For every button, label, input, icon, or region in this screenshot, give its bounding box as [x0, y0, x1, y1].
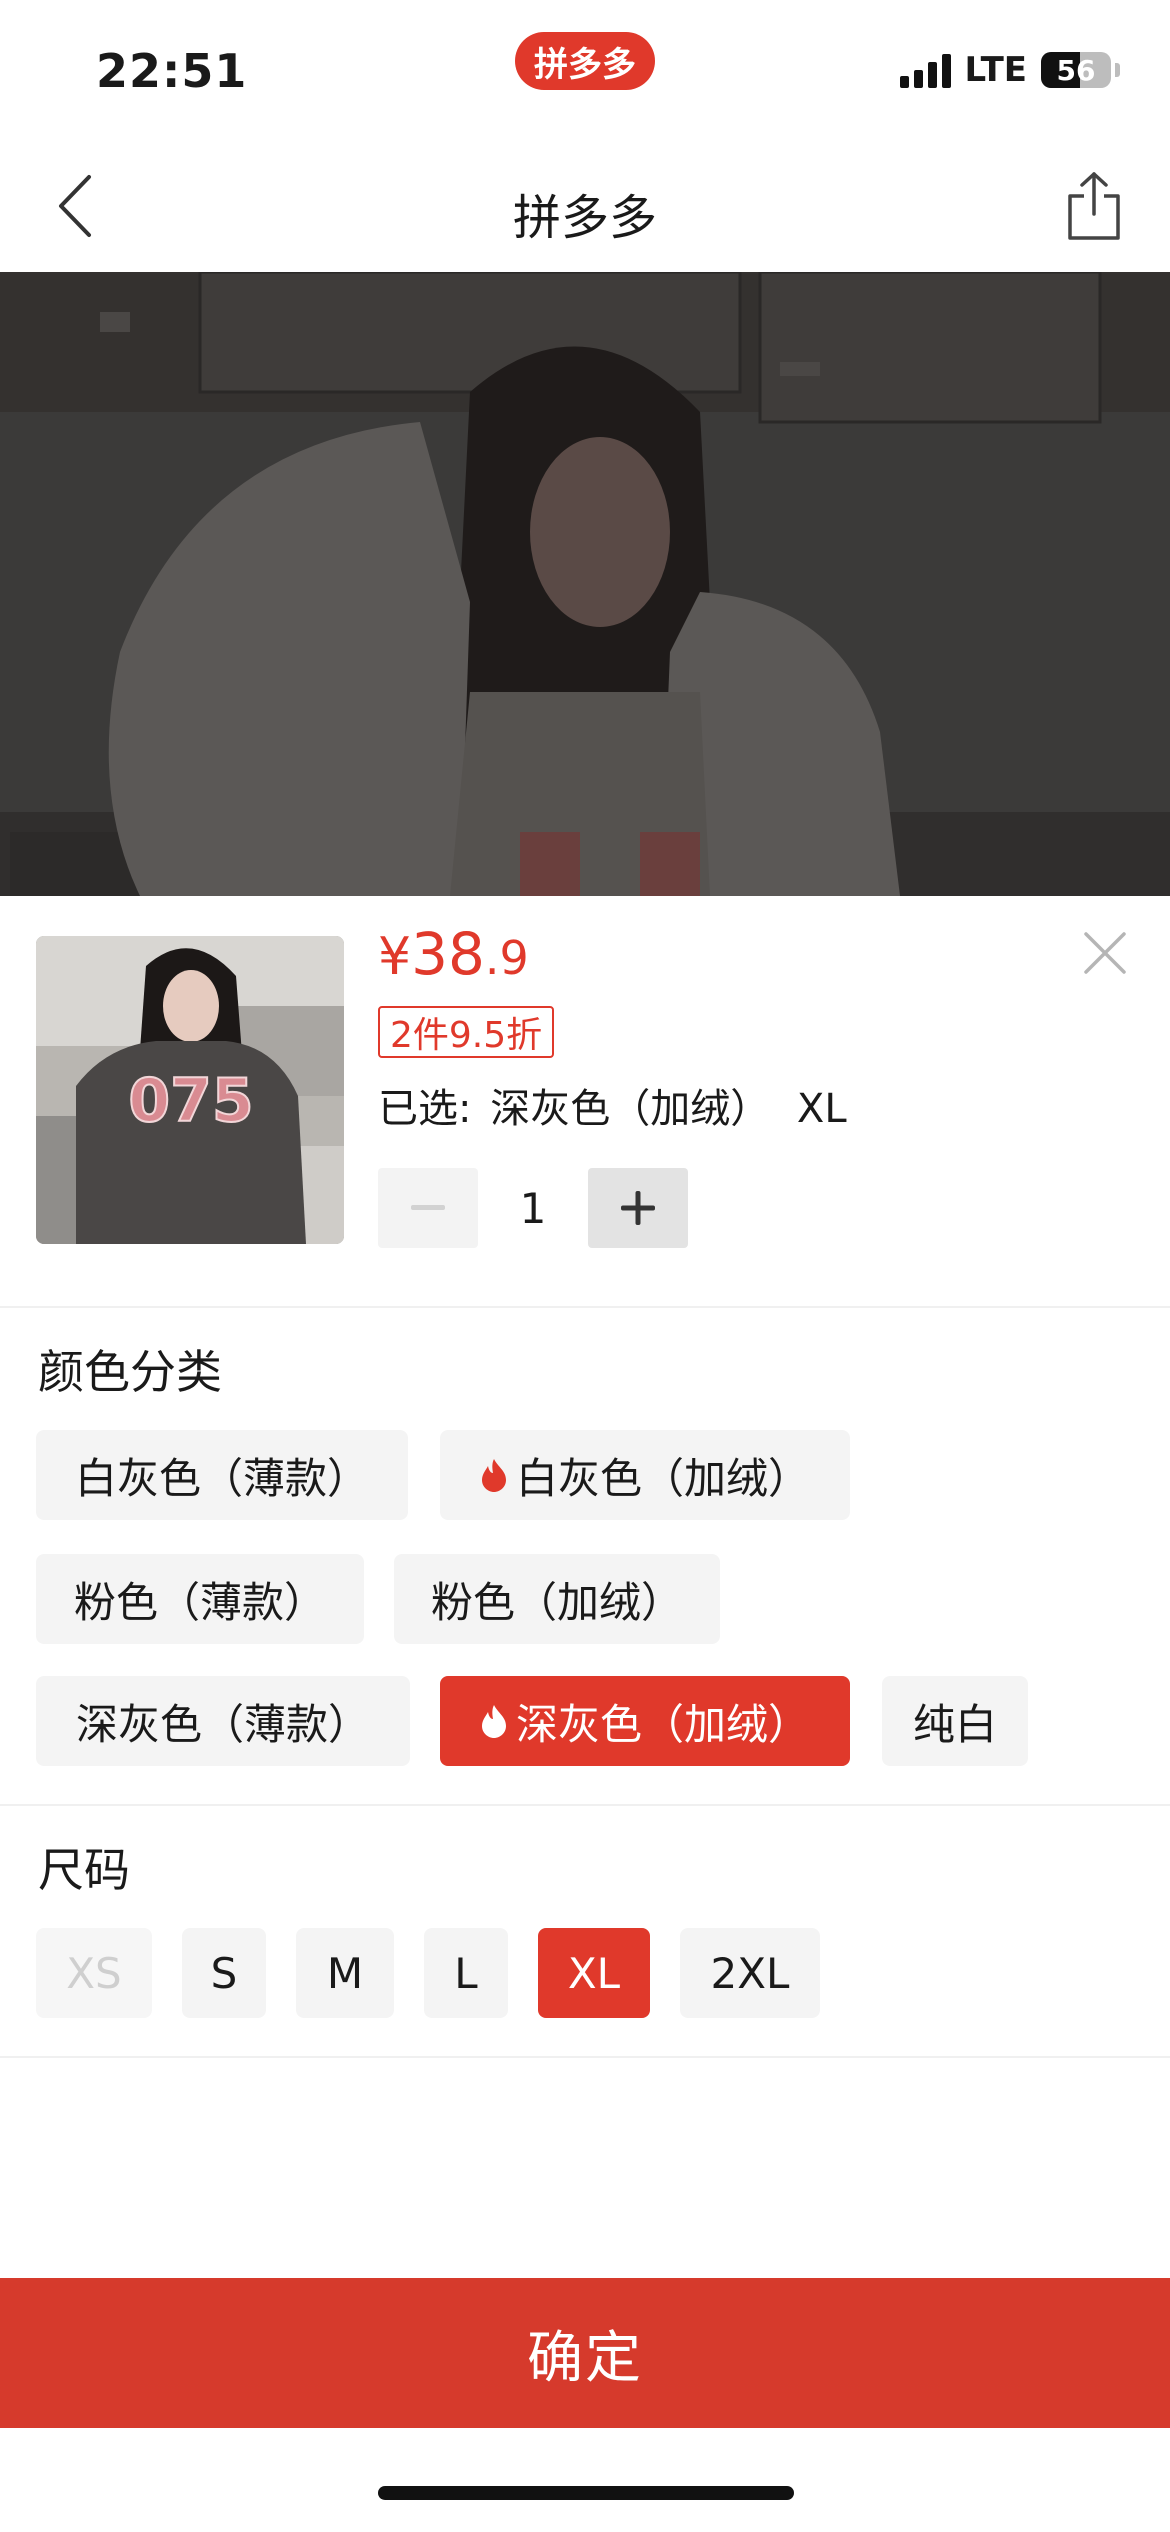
decrease-quantity-button[interactable] — [378, 1168, 478, 1248]
color-option-label: 深灰色（薄款） — [75, 1699, 370, 1749]
size-option[interactable]: L — [424, 1928, 508, 2018]
selected-summary: 已选: 深灰色（加绒） XL — [378, 1076, 847, 1134]
color-option-selected[interactable]: 深灰色（加绒） — [440, 1676, 850, 1766]
color-option[interactable]: 粉色（薄款） — [36, 1554, 364, 1644]
battery-level: 56 — [1056, 53, 1096, 87]
minus-icon — [411, 1205, 445, 1210]
nav-bar: 拼多多 — [0, 140, 1170, 272]
color-option-label: 白灰色（加绒） — [515, 1453, 810, 1503]
flame-icon — [480, 1703, 508, 1739]
size-option-selected[interactable]: XL — [538, 1928, 650, 2018]
color-section-title: 颜色分类 — [38, 1345, 222, 1399]
plus-icon — [621, 1191, 655, 1225]
thumbnail-print-text: 075 — [128, 1066, 253, 1136]
thumbnail-photo: 075 — [36, 936, 344, 1244]
status-indicators: LTE 56 — [899, 50, 1120, 90]
home-indicator — [378, 2486, 794, 2500]
flame-icon — [480, 1457, 508, 1493]
app-logo-badge: 拼多多 — [515, 32, 655, 90]
color-option[interactable]: 纯白 — [882, 1676, 1028, 1766]
quantity-value[interactable]: 1 — [478, 1184, 588, 1233]
close-button[interactable] — [1070, 918, 1140, 988]
size-option[interactable]: S — [182, 1928, 266, 2018]
price-integer: 38 — [411, 920, 485, 988]
color-option[interactable]: 白灰色（薄款） — [36, 1430, 408, 1520]
share-icon — [1068, 172, 1120, 240]
increase-quantity-button[interactable] — [588, 1168, 688, 1248]
color-option-label: 粉色（加绒） — [430, 1577, 683, 1627]
selected-color: 深灰色（加绒） — [490, 1086, 771, 1132]
hero-photo — [0, 272, 1170, 896]
close-icon — [1084, 932, 1126, 974]
color-option[interactable]: 白灰色（加绒） — [440, 1430, 850, 1520]
color-option[interactable]: 粉色（加绒） — [394, 1554, 720, 1644]
page-title: 拼多多 — [512, 190, 657, 246]
quantity-stepper: 1 — [378, 1168, 688, 1248]
color-option-label: 纯白 — [912, 1699, 997, 1749]
price-decimal: .9 — [484, 931, 529, 985]
color-option-label: 粉色（薄款） — [73, 1577, 326, 1627]
color-option-label: 白灰色（薄款） — [74, 1453, 369, 1503]
status-bar: 22:51 拼多多 LTE 56 — [0, 0, 1170, 140]
selected-prefix: 已选: — [378, 1086, 472, 1132]
divider — [0, 1306, 1170, 1308]
price: ¥ 38 .9 — [378, 920, 529, 988]
divider — [0, 2056, 1170, 2058]
battery-icon: 56 — [1041, 52, 1111, 88]
price-currency: ¥ — [378, 927, 412, 987]
network-type: LTE — [964, 50, 1027, 90]
confirm-button[interactable]: 确定 — [0, 2278, 1170, 2428]
size-section-title: 尺码 — [38, 1843, 130, 1897]
selected-size: XL — [796, 1086, 847, 1132]
color-option[interactable]: 深灰色（薄款） — [36, 1676, 410, 1766]
divider — [0, 1804, 1170, 1806]
size-option-disabled: XS — [36, 1928, 152, 2018]
discount-badge: 2件9.5折 — [378, 1006, 555, 1058]
product-thumbnail[interactable]: 075 — [36, 936, 344, 1244]
size-option[interactable]: M — [296, 1928, 394, 2018]
signal-icon — [899, 52, 951, 88]
product-hero-image — [0, 272, 1170, 896]
status-time: 22:51 — [96, 44, 248, 98]
size-option[interactable]: 2XL — [680, 1928, 820, 2018]
color-option-label: 深灰色（加绒） — [515, 1699, 810, 1749]
battery-cap — [1115, 63, 1120, 77]
share-button[interactable] — [1054, 166, 1134, 246]
